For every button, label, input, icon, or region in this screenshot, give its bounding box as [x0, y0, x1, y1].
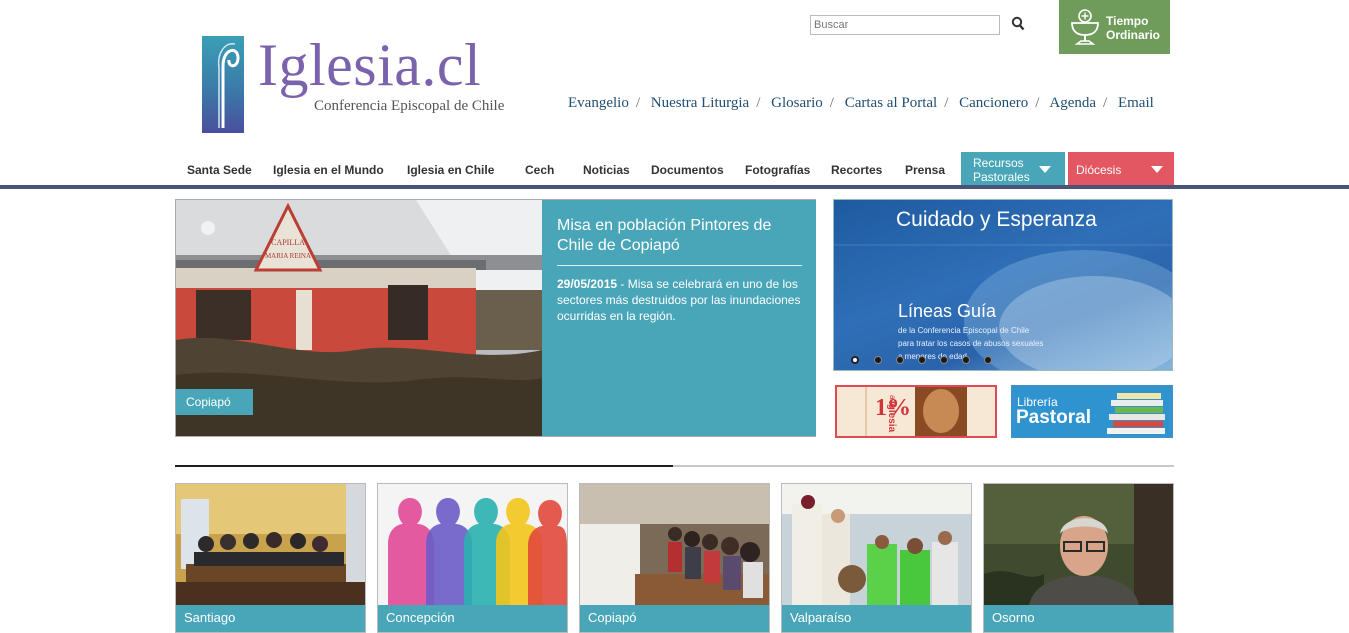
banner-dot-5[interactable] [940, 356, 948, 364]
main-nav: Santa Sede Iglesia en el Mundo Iglesia e… [0, 152, 1349, 189]
tiempo-line2: Ordinario [1106, 28, 1161, 42]
slide-photo[interactable]: CAPILLA MARIA REINA Copiapó [176, 200, 542, 436]
news-card-photo[interactable] [580, 484, 769, 605]
tiempo-line1: Tiempo [1106, 14, 1149, 28]
nav-cech[interactable]: Cech [525, 163, 554, 177]
chapel-sign-text: CAPILLA [271, 238, 305, 247]
section-divider-light [673, 465, 1174, 467]
banner-dot-7[interactable] [984, 356, 992, 364]
search-input[interactable] [810, 15, 1000, 35]
news-card-caption[interactable]: Osorno [984, 605, 1173, 632]
recursos-line1: Recursos [973, 156, 1024, 170]
nav-noticias[interactable]: Noticias [583, 163, 630, 177]
banner-dot-2[interactable] [874, 356, 882, 364]
ad2-word2: Pastoral [1016, 407, 1091, 428]
nav-documentos[interactable]: Documentos [651, 163, 724, 177]
nav-santa-sede[interactable]: Santa Sede [187, 163, 252, 177]
slide-title[interactable]: Misa en población Pintores de Chile de C… [557, 216, 802, 256]
link-cancionero[interactable]: Cancionero [959, 95, 1028, 111]
news-card-photo[interactable] [176, 484, 365, 605]
link-cartas-al-portal[interactable]: Cartas al Portal [845, 95, 937, 111]
slide-location-tag[interactable]: Copiapó [176, 389, 253, 415]
crozier-icon [202, 36, 244, 133]
banner-dot-6[interactable] [962, 356, 970, 364]
news-card-caption[interactable]: Santiago [176, 605, 365, 632]
nav-iglesia-en-chile[interactable]: Iglesia en Chile [407, 163, 494, 177]
svg-text:MARIA REINA: MARIA REINA [265, 252, 311, 260]
news-card-copiapo[interactable]: Copiapó [579, 483, 770, 633]
nav-prensa[interactable]: Prensa [905, 163, 945, 177]
nav-iglesia-en-el-mundo[interactable]: Iglesia en el Mundo [273, 163, 384, 177]
one-percent-ad[interactable]: 1% a la Iglesia [835, 385, 997, 438]
news-card-santiago[interactable]: Santiago [175, 483, 366, 633]
diocesis-label: Diócesis [1076, 163, 1122, 177]
news-card-caption[interactable]: Copiapó [580, 605, 769, 632]
logo-subtitle: Conferencia Episcopal de Chile [314, 98, 505, 114]
news-card-photo[interactable] [984, 484, 1173, 605]
news-card-photo[interactable] [782, 484, 971, 605]
featured-slider[interactable]: CAPILLA MARIA REINA Copiapó Misa en pobl… [175, 199, 816, 437]
slide-caption-panel[interactable]: Misa en población Pintores de Chile de C… [542, 200, 816, 436]
news-card-photo[interactable] [378, 484, 567, 605]
top-links: Evangelio / Nuestra Liturgia / Glosario / C… [568, 95, 1154, 111]
news-card-caption[interactable]: Valparaíso [782, 605, 971, 632]
nav-recursos-pastorales-dropdown[interactable]: Recursos Pastorales [961, 152, 1065, 186]
chevron-down-icon [1039, 166, 1051, 173]
nav-diocesis-dropdown[interactable]: Diócesis [1068, 152, 1174, 186]
banner-line3: para tratar los casos de abusos sexuales [898, 339, 1044, 348]
news-card-osorno[interactable]: Osorno [983, 483, 1174, 633]
nav-fotografias[interactable]: Fotografías [745, 163, 810, 177]
link-nuestra-liturgia[interactable]: Nuestra Liturgia [651, 95, 749, 111]
recursos-line2: Pastorales [973, 170, 1030, 184]
chapel-sign-line2: MARIA REINA [265, 252, 311, 260]
chalice-icon [1071, 9, 1099, 45]
slide-divider [557, 265, 802, 266]
banner-dot-4[interactable] [918, 356, 926, 364]
link-glosario[interactable]: Glosario [771, 95, 823, 111]
slide-date: 29/05/2015 [557, 277, 618, 291]
site-logo[interactable]: Iglesia.cl Conferencia Episcopal de Chil… [202, 32, 522, 134]
liturgical-season-badge[interactable]: Tiempo Ordinario [1059, 0, 1170, 54]
banner-dot-3[interactable] [896, 356, 904, 364]
link-email[interactable]: Email [1118, 95, 1154, 111]
link-evangelio[interactable]: Evangelio [568, 95, 629, 111]
search-icon[interactable] [1011, 16, 1025, 32]
link-agenda[interactable]: Agenda [1049, 95, 1096, 111]
news-card-valparaiso[interactable]: Valparaíso [781, 483, 972, 633]
news-card-caption[interactable]: Concepción [378, 605, 567, 632]
ad1-word2: Iglesia [886, 401, 897, 433]
nav-recortes[interactable]: Recortes [831, 163, 882, 177]
logo-wordmark: Iglesia.cl [258, 32, 482, 98]
banner-line1: Líneas Guía [898, 301, 997, 321]
libreria-pastoral-ad[interactable]: Librería Pastoral [1011, 385, 1173, 438]
banner-line4: a menores de edad [898, 352, 967, 361]
slide-summary: 29/05/2015 - Misa se celebrará en uno de… [557, 276, 807, 324]
cuidado-esperanza-banner[interactable]: Cuidado y Esperanza Líneas Guía de la Co… [833, 199, 1173, 371]
chevron-down-icon [1151, 166, 1163, 173]
nav-underline [0, 185, 1349, 189]
banner-dot-1[interactable] [851, 356, 859, 364]
section-divider-dark [175, 465, 673, 467]
banner-line2: de la Conferencia Episcopal de Chile [898, 326, 1030, 335]
chapel-sign-line1: CAPILLA [271, 238, 305, 247]
news-card-concepcion[interactable]: Concepción [377, 483, 568, 633]
banner-heading: Cuidado y Esperanza [896, 208, 1097, 231]
